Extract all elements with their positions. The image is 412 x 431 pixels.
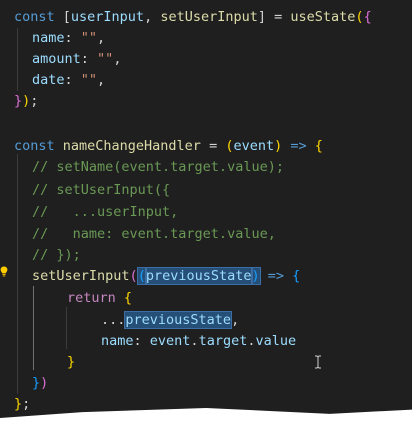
code-line-19[interactable]: }; — [14, 394, 30, 415]
bracket: { — [292, 268, 301, 284]
indent-guide — [17, 28, 18, 91]
comment: // ...userInput, — [32, 204, 179, 220]
arrow-operator: => — [259, 268, 293, 284]
parameter-previous-state-selected[interactable]: previousState — [144, 267, 253, 285]
punctuation: = — [200, 138, 226, 154]
code-line-5[interactable]: }); — [14, 91, 38, 112]
code-line-11[interactable]: // name: event.target.value, — [32, 224, 276, 245]
comment: // name: event.target.value, — [32, 226, 276, 242]
punctuation: : — [133, 333, 150, 349]
punctuation: : — [80, 51, 98, 67]
bracket: } — [67, 354, 76, 370]
bracket: } — [32, 375, 41, 391]
punctuation: , — [97, 72, 106, 88]
punctuation: , — [231, 312, 240, 328]
code-line-4[interactable]: date: "", — [32, 70, 105, 91]
bracket: } — [14, 396, 23, 412]
code-line-2[interactable]: name: "", — [32, 28, 105, 49]
property-value: value — [255, 333, 297, 349]
bracket: ) — [40, 375, 49, 391]
indent-guide — [66, 307, 67, 349]
code-line-13[interactable]: setUserInput((previousState) => { — [32, 266, 300, 287]
punctuation: , — [113, 51, 122, 67]
bracket-match-highlight: ) — [250, 267, 261, 285]
keyword-return: return — [67, 290, 116, 306]
code-line-18[interactable]: }) — [32, 373, 48, 394]
variable-user-input: userInput — [70, 9, 145, 25]
indent-guide-active — [33, 286, 34, 370]
code-line-12[interactable]: // }); — [32, 245, 81, 266]
punctuation: , — [144, 9, 161, 25]
keyword-const: const — [14, 138, 55, 154]
lightbulb-icon[interactable] — [0, 266, 8, 277]
punctuation: ] = — [257, 9, 291, 25]
property-date: date — [32, 72, 65, 88]
code-line-10[interactable]: // ...userInput, — [32, 202, 178, 223]
code-line-8[interactable]: // setName(event.target.value); — [32, 157, 284, 178]
indent-guide — [17, 154, 18, 394]
code-line-3[interactable]: amount: "", — [32, 49, 121, 70]
code-line-1[interactable]: const [userInput, setUserInput] = useSta… — [14, 7, 372, 28]
parameter-event: event — [233, 138, 275, 154]
punctuation: [ — [54, 9, 71, 25]
code-editor[interactable]: const [userInput, setUserInput] = useSta… — [0, 0, 412, 418]
bracket: } — [14, 93, 23, 109]
function-name-change-handler: nameChangeHandler — [54, 138, 201, 154]
string-literal: "" — [97, 51, 114, 67]
property-name: name — [32, 30, 65, 46]
comment: // }); — [32, 247, 81, 263]
bracket: { — [123, 290, 133, 306]
function-use-state: useState — [290, 9, 356, 25]
comment: // setUserInput({ — [32, 182, 171, 198]
text-cursor-icon — [314, 355, 322, 369]
punctuation: ; — [30, 93, 39, 109]
property-name: name — [101, 333, 134, 349]
punctuation: ; — [22, 396, 31, 412]
keyword-const: const — [14, 9, 55, 25]
code-line-16[interactable]: name: event.target.value — [101, 331, 296, 352]
punctuation: : — [64, 30, 81, 46]
string-literal: "" — [80, 30, 98, 46]
code-line-15[interactable]: ...previousState, — [101, 310, 239, 331]
bracket: ( — [355, 9, 364, 25]
arrow-operator: => — [282, 138, 315, 154]
punctuation: , — [97, 30, 106, 46]
function-set-user-input: setUserInput — [160, 9, 258, 25]
bracket-match-highlight: ( — [136, 267, 147, 285]
code-line-7[interactable]: const nameChangeHandler = (event) => { — [14, 136, 323, 157]
variable-event: event — [149, 333, 191, 349]
property-amount: amount — [32, 51, 81, 67]
string-literal: "" — [80, 72, 98, 88]
code-line-17[interactable]: } — [67, 352, 75, 373]
bracket: ( — [129, 268, 138, 284]
comment: // setName(event.target.value); — [32, 159, 284, 175]
punctuation: : — [64, 72, 81, 88]
code-line-9[interactable]: // setUserInput({ — [32, 180, 170, 201]
bracket: { — [363, 9, 372, 25]
bracket: { — [314, 138, 323, 154]
code-line-14[interactable]: return { — [67, 288, 132, 309]
property-target: target — [198, 333, 248, 349]
spread-operator: ... — [101, 312, 126, 328]
punctuation: . — [190, 333, 199, 349]
function-set-user-input: setUserInput — [32, 268, 130, 284]
word-highlight-previous-state[interactable]: previousState — [124, 311, 233, 329]
